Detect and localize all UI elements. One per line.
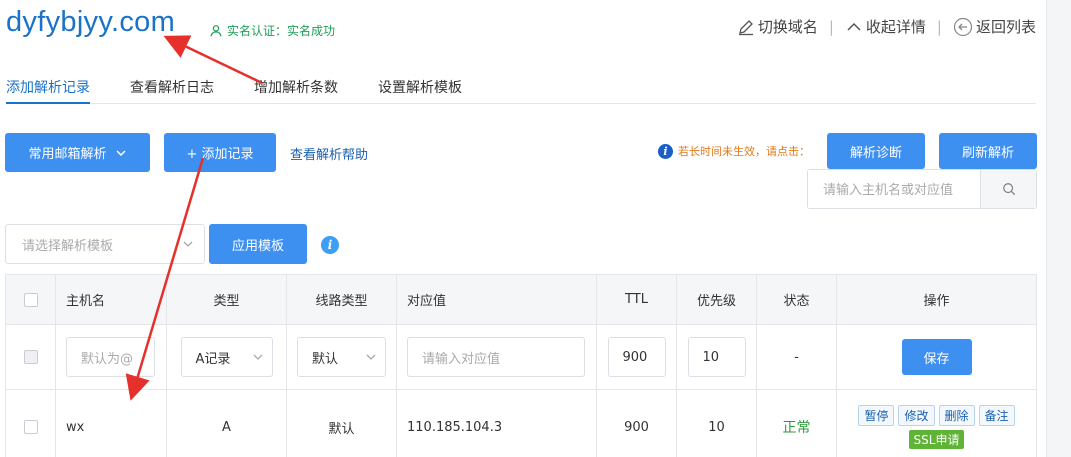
new-record-row: 默认为@ A记录 默认 请输入对应值 900 10 - 保存 — [6, 325, 1036, 390]
type-select-value: A记录 — [195, 351, 231, 367]
header-line: 线路类型 — [287, 275, 397, 324]
template-select[interactable]: 请选择解析模板 — [5, 224, 205, 264]
add-record-button[interactable]: + 添加记录 — [164, 133, 276, 172]
table-header: 主机名 类型 线路类型 对应值 TTL 优先级 状态 操作 — [6, 275, 1036, 325]
search-input[interactable] — [808, 170, 980, 208]
row-value: 110.185.104.3 — [397, 390, 597, 457]
verify-status: 实名认证：实名成功 — [209, 22, 335, 39]
row-ttl: 900 — [597, 390, 677, 457]
row-priority: 10 — [677, 390, 757, 457]
tab-set-template[interactable]: 设置解析模板 — [378, 76, 462, 104]
type-select[interactable]: A记录 — [180, 337, 273, 377]
scroll-gutter — [1046, 0, 1071, 457]
chevron-down-icon — [115, 149, 126, 156]
header-actions: 切换域名 | 收起详情 | 返回列表 — [737, 16, 1036, 37]
verify-text: 实名认证：实名成功 — [227, 24, 336, 38]
header-priority: 优先级 — [677, 275, 757, 324]
status-badge: 正常 — [782, 420, 811, 436]
row-type: A — [167, 390, 287, 457]
tip: i 若长时间未生效，请点击： — [658, 143, 810, 159]
collapse-details-button[interactable]: 收起详情 — [845, 16, 926, 37]
pause-button[interactable]: 暂停 — [858, 405, 895, 426]
header-type: 类型 — [167, 275, 287, 324]
switch-domain-button[interactable]: 切换域名 — [737, 16, 818, 37]
chevron-down-icon — [366, 354, 376, 360]
divider: | — [828, 17, 834, 36]
tip-text: 若长时间未生效，请点击： — [678, 145, 810, 158]
diagnose-button[interactable]: 解析诊断 — [827, 133, 925, 169]
save-button[interactable]: 保存 — [901, 339, 972, 375]
row-actions: 暂停 修改 删除 备注 SSL申请 — [858, 405, 1015, 449]
back-to-list-button[interactable]: 返回列表 — [953, 16, 1036, 37]
mail-resolve-button[interactable]: 常用邮箱解析 — [5, 133, 150, 172]
ssl-apply-button[interactable]: SSL申请 — [908, 430, 965, 449]
row-checkbox — [23, 350, 38, 364]
line-select[interactable]: 默认 — [297, 337, 386, 377]
table-row: wx A 默认 110.185.104.3 900 10 正常 暂停 修改 删除… — [6, 390, 1036, 457]
row-host: wx — [56, 390, 167, 457]
delete-button[interactable]: 删除 — [938, 405, 975, 426]
user-icon — [210, 24, 222, 36]
chevron-down-icon — [183, 241, 193, 247]
apply-template-button[interactable]: 应用模板 — [209, 224, 307, 264]
select-all-checkbox[interactable] — [23, 292, 38, 307]
header-actions: 操作 — [923, 294, 950, 309]
tab-view-log[interactable]: 查看解析日志 — [130, 76, 214, 104]
host-input[interactable]: 默认为@ — [66, 337, 155, 377]
back-to-list-label: 返回列表 — [975, 18, 1036, 36]
search-icon — [1002, 183, 1015, 196]
tab-add-record[interactable]: 添加解析记录 — [6, 76, 90, 104]
header-value: 对应值 — [397, 275, 597, 324]
chevron-up-icon — [847, 22, 861, 31]
dns-panel: dyfybjyy.com 实名认证：实名成功 切换域名 | 收起详情 | 返回列… — [0, 0, 1046, 457]
search-button[interactable] — [980, 170, 1036, 208]
mail-resolve-label: 常用邮箱解析 — [28, 147, 107, 162]
template-select-placeholder: 请选择解析模板 — [22, 238, 114, 254]
chevron-down-icon — [253, 354, 262, 360]
domain-title: dyfybjyy.com — [6, 6, 176, 38]
header-status: 状态 — [757, 275, 837, 324]
tab-bar: 添加解析记录 查看解析日志 增加解析条数 设置解析模板 — [6, 76, 1036, 104]
line-select-value: 默认 — [312, 351, 339, 367]
info-icon: i — [658, 143, 673, 159]
edit-button[interactable]: 修改 — [898, 405, 935, 426]
new-row-status: - — [757, 325, 837, 389]
value-input[interactable]: 请输入对应值 — [407, 337, 585, 377]
ttl-input[interactable]: 900 — [607, 337, 666, 377]
row-line: 默认 — [287, 390, 397, 457]
edit-icon — [738, 19, 753, 35]
collapse-details-label: 收起详情 — [865, 18, 926, 36]
priority-input[interactable]: 10 — [687, 337, 746, 377]
info-icon[interactable]: i — [321, 236, 339, 254]
tab-add-quota[interactable]: 增加解析条数 — [254, 76, 338, 104]
divider: | — [936, 17, 942, 36]
header-ttl: TTL — [597, 275, 677, 324]
refresh-button[interactable]: 刷新解析 — [939, 133, 1037, 169]
back-arrow-icon — [953, 17, 973, 36]
records-table: 主机名 类型 线路类型 对应值 TTL 优先级 状态 操作 默认为@ A记录 默… — [5, 274, 1037, 457]
switch-domain-label: 切换域名 — [757, 18, 818, 36]
note-button[interactable]: 备注 — [978, 405, 1015, 426]
help-link[interactable]: 查看解析帮助 — [290, 144, 368, 163]
header-host: 主机名 — [56, 275, 167, 324]
row-checkbox[interactable] — [23, 420, 38, 434]
search-box — [807, 169, 1037, 209]
